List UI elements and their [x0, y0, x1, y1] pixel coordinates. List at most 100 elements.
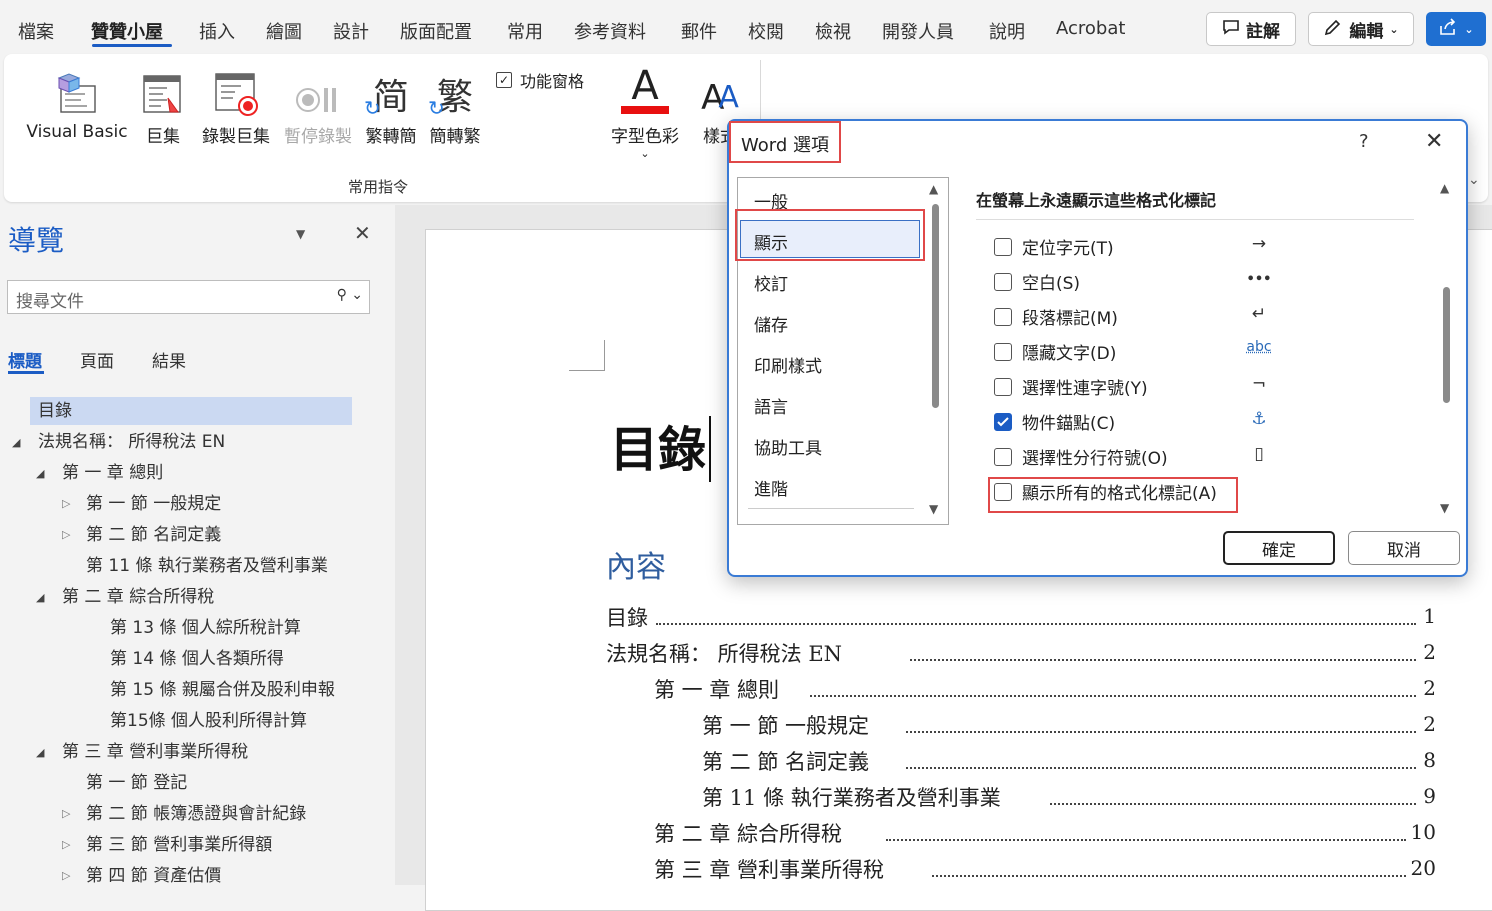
- option-spaces[interactable]: 空白(S) •••: [994, 269, 1414, 299]
- category-proofing[interactable]: 校訂: [754, 270, 788, 295]
- category-language[interactable]: 語言: [754, 393, 788, 418]
- option-tab-characters[interactable]: 定位字元(T) →: [994, 234, 1414, 264]
- tab-home[interactable]: 常用: [507, 18, 543, 44]
- tab-draw[interactable]: 繪圖: [266, 18, 302, 44]
- scroll-down-arrow-icon[interactable]: ▼: [1440, 501, 1449, 515]
- tab-design[interactable]: 設計: [333, 18, 369, 44]
- cancel-button[interactable]: 取消: [1348, 531, 1460, 565]
- ribbon-collapse-chevron-icon[interactable]: ⌄: [1468, 172, 1480, 188]
- nav-search-input[interactable]: 搜尋文件 ⚲ ⌄: [7, 280, 370, 314]
- expand-triangle-icon[interactable]: ▷: [62, 838, 70, 851]
- collapse-triangle-icon[interactable]: ◢: [36, 746, 44, 759]
- category-typography[interactable]: 印刷樣式: [754, 352, 822, 377]
- tab-review[interactable]: 校閱: [748, 18, 784, 44]
- pause-recording-button[interactable]: 暫停錄製: [280, 62, 356, 147]
- scroll-down-arrow-icon[interactable]: ▼: [929, 502, 938, 516]
- nav-heading-item[interactable]: 第 15 條 親屬合併及股利申報: [110, 676, 335, 704]
- function-pane-checkbox[interactable]: ✓: [496, 72, 512, 88]
- tab-characters-checkbox[interactable]: [994, 238, 1012, 256]
- spaces-checkbox[interactable]: [994, 273, 1012, 291]
- nav-heading-item[interactable]: 第 二 節 帳簿憑證與會計紀錄: [86, 800, 306, 828]
- simp-to-trad-button[interactable]: 繁 ↻ 簡轉繁: [426, 62, 484, 148]
- toc-entry[interactable]: 第 11 條 執行業務者及營利事業: [702, 782, 1001, 812]
- scrollbar-thumb[interactable]: [932, 204, 939, 408]
- category-accessibility[interactable]: 協助工具: [754, 434, 822, 459]
- tab-mailings[interactable]: 郵件: [681, 18, 717, 44]
- nav-tab-indicator: [8, 371, 44, 374]
- option-hidden-text[interactable]: 隱藏文字(D) abc: [994, 339, 1414, 369]
- nav-tab-pages[interactable]: 頁面: [80, 347, 114, 372]
- toc-entry[interactable]: 第 二 節 名詞定義: [702, 746, 869, 776]
- visual-basic-button[interactable]: Visual Basic: [22, 62, 132, 142]
- function-pane-toggle[interactable]: ✓ 功能窗格: [496, 68, 584, 92]
- nav-heading-item[interactable]: 第 四 節 資產估價: [86, 862, 221, 890]
- nav-tab-results[interactable]: 結果: [152, 347, 186, 372]
- tab-help[interactable]: 說明: [989, 18, 1025, 44]
- nav-heading-item[interactable]: 第 13 條 個人綜所稅計算: [110, 614, 301, 642]
- nav-heading-item[interactable]: 第 一 節 一般規定: [86, 490, 221, 518]
- options-scrollbar[interactable]: ▲ ▼: [1439, 179, 1453, 519]
- optional-breaks-checkbox[interactable]: [994, 448, 1012, 466]
- expand-triangle-icon[interactable]: ▷: [62, 497, 70, 510]
- nav-heading-item[interactable]: 第 14 條 個人各類所得: [110, 645, 284, 673]
- nav-heading-item[interactable]: 第 三 節 營利事業所得額: [86, 831, 272, 859]
- toc-entry[interactable]: 第 一 節 一般規定: [702, 710, 869, 740]
- scrollbar-thumb[interactable]: [1443, 287, 1450, 403]
- hidden-text-checkbox[interactable]: [994, 343, 1012, 361]
- nav-tab-headings[interactable]: 標題: [8, 347, 42, 372]
- scroll-up-arrow-icon[interactable]: ▲: [1440, 181, 1449, 195]
- option-optional-hyphens[interactable]: 選擇性連字號(Y) ¬: [994, 374, 1414, 404]
- paragraph-marks-checkbox[interactable]: [994, 308, 1012, 326]
- macros-button[interactable]: 巨集: [138, 62, 188, 147]
- tab-insert[interactable]: 插入: [199, 18, 235, 44]
- collapse-triangle-icon[interactable]: ◢: [12, 436, 20, 449]
- help-icon[interactable]: ?: [1359, 131, 1369, 152]
- font-color-button[interactable]: A 字型色彩 ⌄: [604, 62, 686, 160]
- option-optional-breaks[interactable]: 選擇性分行符號(O) ▯: [994, 444, 1414, 474]
- nav-heading-item[interactable]: 第 一 節 登記: [86, 769, 187, 797]
- nav-heading-item[interactable]: 第 二 章 綜合所得稅: [62, 583, 214, 611]
- nav-heading-item[interactable]: 目錄: [30, 397, 352, 425]
- expand-triangle-icon[interactable]: ▷: [62, 528, 70, 541]
- nav-heading-item[interactable]: 第 二 節 名詞定義: [86, 521, 221, 549]
- collapse-triangle-icon[interactable]: ◢: [36, 467, 44, 480]
- collapse-triangle-icon[interactable]: ◢: [36, 591, 44, 604]
- nav-heading-item[interactable]: 第 一 章 總則: [62, 459, 163, 487]
- comment-button[interactable]: 註解: [1206, 12, 1296, 46]
- toc-entry[interactable]: 第 三 章 營利事業所得稅: [654, 854, 884, 884]
- nav-heading-item[interactable]: 第 三 章 營利事業所得稅: [62, 738, 248, 766]
- edit-mode-button[interactable]: 編輯 ⌄: [1308, 12, 1414, 46]
- option-object-anchors[interactable]: 物件錨點(C) ⚓: [994, 409, 1414, 439]
- toc-entry[interactable]: 第 一 章 總則: [654, 674, 779, 704]
- toc-entry[interactable]: 第 二 章 綜合所得稅: [654, 818, 842, 848]
- toc-entry[interactable]: 目錄: [606, 602, 648, 632]
- category-advanced[interactable]: 進階: [754, 475, 788, 500]
- tab-references[interactable]: 参考資料: [574, 18, 646, 44]
- tab-layout[interactable]: 版面配置: [400, 18, 472, 44]
- trad-to-simp-button[interactable]: 简 ↻ 繁轉簡: [362, 62, 420, 148]
- share-button[interactable]: ⌄: [1426, 12, 1486, 46]
- tab-file[interactable]: 檔案: [18, 18, 54, 44]
- close-icon[interactable]: ✕: [354, 221, 371, 245]
- search-icon[interactable]: ⚲ ⌄: [337, 287, 363, 303]
- option-paragraph-marks[interactable]: 段落標記(M) ↵: [994, 304, 1414, 334]
- tab-developer[interactable]: 開發人員: [882, 18, 954, 44]
- expand-triangle-icon[interactable]: ▷: [62, 807, 70, 820]
- expand-triangle-icon[interactable]: ▷: [62, 869, 70, 882]
- nav-heading-item[interactable]: 第 11 條 執行業務者及營利事業: [86, 552, 328, 580]
- nav-heading-item[interactable]: 第15條 個人股利所得計算: [110, 707, 307, 735]
- close-icon[interactable]: ✕: [1425, 129, 1443, 154]
- category-save[interactable]: 儲存: [754, 311, 788, 336]
- nav-heading-item[interactable]: 法規名稱： 所得稅法 EN: [38, 428, 225, 456]
- tab-zanzan[interactable]: 贊贊小屋: [91, 18, 163, 44]
- scroll-up-arrow-icon[interactable]: ▲: [929, 182, 938, 196]
- record-macro-button[interactable]: 錄製巨集: [196, 62, 276, 147]
- object-anchors-checkbox[interactable]: [994, 413, 1012, 431]
- toc-entry[interactable]: 法規名稱： 所得稅法 EN: [606, 638, 842, 668]
- nav-options-chevron-icon[interactable]: ▼: [296, 227, 305, 241]
- tab-view[interactable]: 檢視: [815, 18, 851, 44]
- category-scrollbar[interactable]: ▲ ▼: [928, 178, 942, 524]
- ok-button[interactable]: 確定: [1223, 531, 1335, 565]
- optional-hyphens-checkbox[interactable]: [994, 378, 1012, 396]
- tab-acrobat[interactable]: Acrobat: [1056, 18, 1125, 39]
